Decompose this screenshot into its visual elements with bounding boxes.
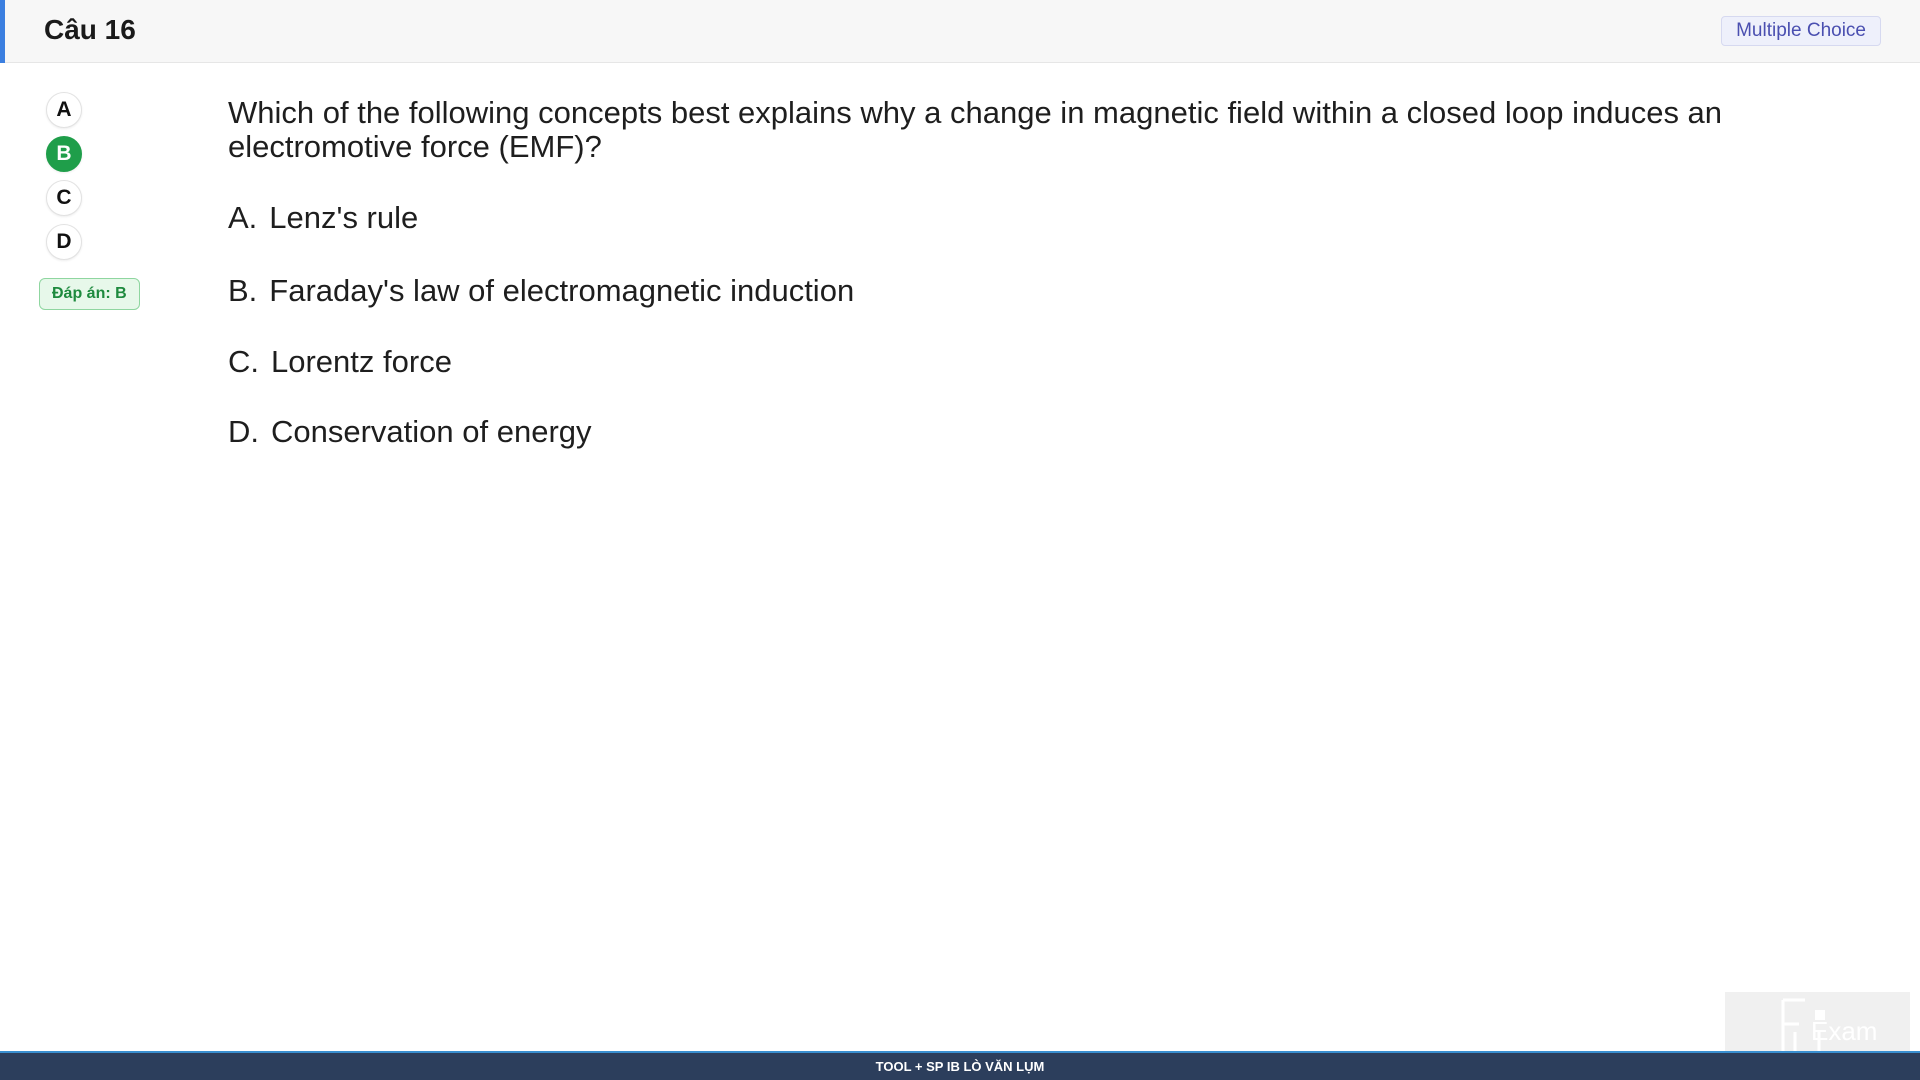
choice-a-letter: A. bbox=[228, 200, 258, 235]
choice-d-text: Conservation of energy bbox=[271, 414, 592, 449]
question-number-title: Câu 16 bbox=[44, 14, 136, 45]
choice-b-letter: B. bbox=[228, 273, 258, 308]
correct-answer-badge: Đáp án: B bbox=[39, 278, 140, 310]
answer-selector: A B C D bbox=[46, 92, 86, 268]
option-c-button[interactable]: C bbox=[46, 180, 82, 216]
choice-b-text: Faraday's law of electromagnetic inducti… bbox=[269, 273, 855, 308]
choice-d-letter: D. bbox=[228, 414, 259, 449]
exam-page: Câu 16 Multiple Choice A B C D Đáp án: B… bbox=[0, 0, 1920, 1080]
question-header: Câu 16 Multiple Choice bbox=[0, 0, 1920, 63]
choice-c-letter: C. bbox=[228, 344, 259, 379]
choice-c-text: Lorentz force bbox=[271, 344, 452, 379]
option-b-button[interactable]: B bbox=[46, 136, 82, 172]
choice-a: A. Lenz's rule bbox=[228, 200, 418, 236]
choice-b: B. Faraday's law of electromagnetic induc… bbox=[228, 273, 854, 309]
choice-d: D. Conservation of energy bbox=[228, 414, 592, 450]
question-text: Which of the following concepts best exp… bbox=[228, 95, 1723, 164]
option-a-button[interactable]: A bbox=[46, 92, 82, 128]
choice-a-text: Lenz's rule bbox=[269, 200, 419, 235]
footer-bar: TOOL + SP IB LÒ VĂN LỤM bbox=[0, 1051, 1920, 1080]
logo-text: Exam bbox=[1811, 1016, 1877, 1046]
option-d-button[interactable]: D bbox=[46, 224, 82, 260]
choice-c: C. Lorentz force bbox=[228, 344, 452, 380]
question-type-badge: Multiple Choice bbox=[1721, 16, 1881, 46]
footer-credit: TOOL + SP IB LÒ VĂN LỤM bbox=[875, 1059, 1045, 1074]
header-accent-bar bbox=[0, 0, 5, 63]
